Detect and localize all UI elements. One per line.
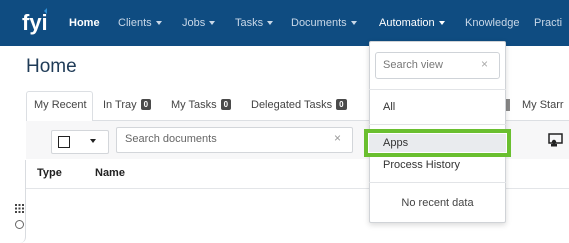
user-screen-icon[interactable] — [548, 133, 564, 147]
clear-icon[interactable]: × — [334, 131, 341, 145]
count-badge — [506, 99, 510, 111]
chevron-down-icon — [155, 21, 162, 25]
tab-delegated-tasks-label: Delegated Tasks — [251, 99, 333, 111]
circle-icon[interactable] — [15, 220, 24, 229]
count-badge: 0 — [140, 99, 152, 110]
nav-automation[interactable]: Automation — [379, 17, 445, 29]
dropdown-item-all[interactable]: All — [383, 101, 395, 113]
chevron-down-icon — [209, 21, 216, 25]
nav-jobs-label: Jobs — [182, 17, 206, 29]
dropdown-divider — [369, 89, 506, 90]
count-badge: 0 — [220, 99, 232, 110]
nav-practice-label: Practi — [534, 17, 563, 29]
nav-clients[interactable]: Clients — [118, 17, 162, 29]
page-title: Home — [26, 56, 77, 77]
nav-knowledge[interactable]: Knowledge — [465, 17, 519, 29]
nav-automation-label: Automation — [379, 17, 435, 29]
nav-practice[interactable]: Practi — [534, 17, 562, 29]
chevron-down-icon — [350, 21, 357, 25]
search-view-placeholder: Search view — [383, 59, 443, 71]
tab-my-starred-label: My Starr — [522, 99, 564, 111]
nav-documents-label: Documents — [291, 17, 347, 29]
dropdown-item-apps[interactable]: Apps — [383, 137, 408, 149]
nav-knowledge-label: Knowledge — [465, 17, 520, 29]
tab-in-tray[interactable]: In Tray 0 — [103, 99, 152, 111]
chevron-down-icon — [267, 21, 274, 25]
nav-tasks[interactable]: Tasks — [235, 17, 274, 29]
count-badge: 0 — [336, 99, 347, 110]
tab-my-tasks[interactable]: My Tasks 0 — [171, 99, 232, 111]
no-recent-data-text: No recent data — [401, 197, 474, 209]
clear-icon[interactable]: × — [481, 57, 488, 71]
grid-icon[interactable] — [15, 204, 24, 213]
column-header-type[interactable]: Type — [37, 167, 62, 179]
fyi-logo-text: fyi — [22, 10, 48, 35]
dropdown-divider — [369, 124, 506, 125]
fyi-logo[interactable]: fyi — [22, 8, 54, 38]
tab-my-starred[interactable]: My Starr — [522, 99, 564, 111]
select-all-checkbox[interactable] — [58, 136, 70, 148]
dropdown-item-process-history[interactable]: Process History — [383, 159, 460, 171]
chevron-down-icon — [438, 21, 445, 25]
tab-delegated-tasks[interactable]: Delegated Tasks 0 — [251, 99, 347, 111]
nav-home[interactable]: Home — [69, 17, 100, 29]
column-header-name[interactable]: Name — [95, 167, 125, 179]
dropdown-divider — [369, 182, 506, 183]
search-documents-placeholder: Search documents — [125, 133, 217, 145]
nav-clients-label: Clients — [118, 17, 152, 29]
nav-home-label: Home — [69, 17, 100, 29]
nav-tasks-label: Tasks — [235, 17, 264, 29]
nav-documents[interactable]: Documents — [291, 17, 357, 29]
tab-in-tray-label: In Tray — [103, 99, 137, 111]
chevron-down-icon[interactable] — [90, 139, 96, 143]
nav-jobs[interactable]: Jobs — [182, 17, 216, 29]
tab-my-recent[interactable]: My Recent — [26, 91, 93, 121]
tab-my-recent-label: My Recent — [34, 99, 87, 111]
tab-my-tasks-label: My Tasks — [171, 99, 217, 111]
side-panel-edge — [0, 160, 26, 243]
